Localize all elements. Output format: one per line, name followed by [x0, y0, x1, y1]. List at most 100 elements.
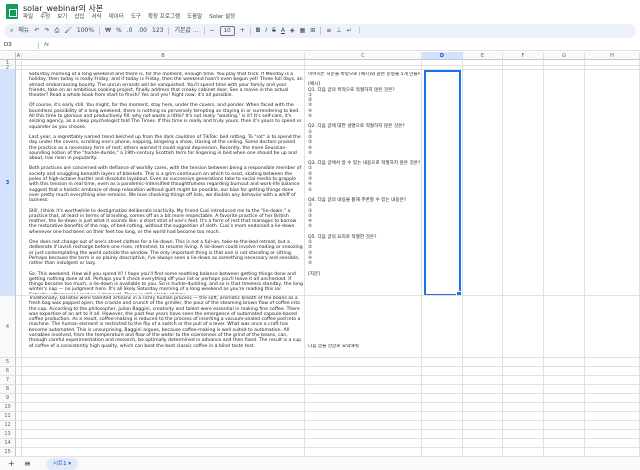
align-icon[interactable]: ≡	[326, 24, 331, 38]
cell-c3[interactable]: 이어지는 지문을 바탕으로 [예시]와 같은 문항을 5개 만들어줘 [예시] Q1…	[308, 72, 420, 294]
font-size-input[interactable]: 10	[219, 26, 235, 36]
select-all-corner[interactable]	[0, 52, 16, 60]
paint-format-icon[interactable]: 🖌	[64, 24, 72, 38]
row-header-6[interactable]: 6	[0, 367, 16, 376]
add-sheet-button[interactable]: +	[8, 459, 15, 469]
decrease-decimal-button[interactable]: .0	[127, 24, 133, 38]
grid-column-line	[502, 60, 503, 456]
percent-button[interactable]: %	[116, 24, 122, 38]
undo-icon[interactable]: ↶	[34, 24, 39, 38]
question-block: 이어지는 지문을 바탕으로 [예시]와 같은 문항을 5개 만들어줘	[308, 72, 420, 77]
text-color-button[interactable]: A	[281, 24, 285, 38]
cell-b3[interactable]: Saturday morning of a long weekend and t…	[29, 72, 303, 294]
row-header-10[interactable]: 10	[0, 403, 16, 412]
row-header-14[interactable]: 14	[0, 439, 16, 448]
menu-bar: 파일 수정 보기 삽입 서식 데이터 도구 확장 프로그램 도움말 Solar 설정	[23, 12, 235, 22]
sheets-logo-icon[interactable]	[6, 4, 18, 19]
column-header-e[interactable]: E	[463, 52, 503, 60]
font-size-decrease-button[interactable]: −	[210, 24, 215, 38]
row-header-4[interactable]: 4	[0, 296, 16, 358]
cell-b4[interactable]: Traditionally, baristas were talented ar…	[29, 296, 303, 358]
question-line: ⑤	[308, 150, 313, 156]
row-header-5[interactable]: 5	[0, 358, 16, 367]
strikethrough-button[interactable]: S	[272, 24, 276, 38]
toolbar-divider	[320, 27, 322, 35]
italic-button[interactable]: I	[265, 24, 267, 38]
fill-color-icon[interactable]: ◈	[290, 24, 295, 38]
font-family-select[interactable]: 기본값 ...	[174, 24, 198, 38]
row-header-11[interactable]: 11	[0, 412, 16, 421]
column-header-g[interactable]: G	[544, 52, 585, 60]
question-block: Q4. 다음 글의 내용을 통해 추론할 수 있는 내용은? ① ② ③ ④ ⑤	[308, 198, 420, 230]
grid-column-line	[421, 60, 422, 456]
grid-column-line	[21, 60, 22, 456]
toolbar: ⌕ 메뉴 ↶ ↷ ⎙ 🖌 100% ₩ % .0 .00 123 기본값 ...…	[4, 24, 636, 38]
grid-row-line	[16, 429, 640, 430]
number-format-button[interactable]: 123	[152, 24, 163, 38]
name-box[interactable]: D3	[4, 41, 12, 50]
wrap-icon[interactable]: ↵	[347, 24, 352, 38]
row-header-8[interactable]: 8	[0, 385, 16, 394]
question-line: Q4. 다음 글의 내용을 통해 추론할 수 있는 내용은?	[308, 197, 407, 203]
menu-item[interactable]: 보기	[57, 12, 67, 22]
bold-button[interactable]: B	[256, 24, 261, 38]
formula-bar: D3 fx	[0, 40, 640, 51]
row-header-13[interactable]: 13	[0, 430, 16, 439]
cell-b3-paragraph: One does not change out of one's street …	[29, 240, 303, 267]
menu-item[interactable]: 도움말	[187, 12, 202, 22]
redo-icon[interactable]: ↷	[44, 24, 49, 38]
menu-item[interactable]: 데이터	[109, 12, 124, 22]
cell-b3-paragraph: Of course, it's early still. You might, …	[29, 103, 302, 130]
grid-row-line	[16, 438, 640, 439]
grid-column-line	[543, 60, 544, 456]
column-header-b[interactable]: B	[22, 52, 305, 60]
all-sheets-button[interactable]: ≡	[24, 459, 31, 469]
merge-cells-icon[interactable]: ⊞	[310, 24, 315, 38]
more-options-button[interactable]: ⋮	[357, 24, 363, 38]
question-line: Q2. 다음 글에 대한 설명으로 적절하지 않은 것은?	[308, 124, 405, 130]
grid-row-line	[16, 402, 640, 403]
borders-icon[interactable]: ▦	[300, 24, 306, 38]
question-block: Q2. 다음 글에 대한 설명으로 적절하지 않은 것은? ① ② ③ ④ ⑤	[308, 124, 420, 156]
question-block: Q3. 다음 글에서 알 수 있는 내용으로 적절하지 않은 것은? ① ② ③ ④ ⑤	[308, 161, 420, 193]
grid-row-line	[16, 393, 640, 394]
menu-item[interactable]: 파일	[23, 12, 33, 22]
menu-item[interactable]: Solar 설정	[209, 12, 235, 22]
question-block: [지문]	[308, 272, 420, 277]
row-header-12[interactable]: 12	[0, 421, 16, 430]
menu-item[interactable]: 서식	[92, 12, 102, 22]
column-header-d[interactable]: D	[422, 52, 463, 60]
grid-column-line	[584, 60, 585, 456]
valign-icon[interactable]: ⊥	[336, 24, 341, 38]
search-menu-icon[interactable]: ⌕	[10, 24, 13, 38]
column-header-f[interactable]: F	[503, 52, 544, 60]
row-header-7[interactable]: 7	[0, 376, 16, 385]
selected-cell-d3[interactable]	[424, 70, 462, 297]
title-bar: solar_webinar의 사본 파일 수정 보기 삽입 서식 데이터 도구 확장 프로그램…	[0, 0, 640, 22]
grid-row-line	[16, 295, 640, 296]
cell-b3-paragraph: So: This weekend. How will you spend it?…	[29, 271, 303, 295]
menu-item[interactable]: 삽입	[74, 12, 84, 22]
grid-row-line	[16, 411, 640, 412]
cell-c4[interactable]: 다음 글을 한글로 요약해줘	[308, 344, 420, 354]
row-header-15[interactable]: 15	[0, 448, 16, 456]
question-line: ⑤	[308, 224, 313, 230]
row-header-3[interactable]: 3	[0, 70, 16, 296]
row-header-9[interactable]: 9	[0, 394, 16, 403]
column-header-h[interactable]: H	[585, 52, 640, 60]
menu-item[interactable]: 수정	[40, 12, 50, 22]
search-menu-label[interactable]: 메뉴	[18, 24, 29, 38]
print-icon[interactable]: ⎙	[54, 24, 59, 38]
column-header-c[interactable]: C	[305, 52, 422, 60]
grid-row-line	[16, 366, 640, 367]
cell-c4-text: 다음 글을 한글로 요약해줘	[308, 344, 359, 349]
sheet-tab-1[interactable]: 시트1 ▾	[46, 458, 79, 470]
question-block: [예시] Q1. 다음 글의 목적으로 적절하지 않은 것은? ① ② ③ ④ ⑤	[308, 82, 420, 119]
increase-decimal-button[interactable]: .00	[137, 24, 147, 38]
spreadsheet-grid[interactable]: Saturday morning of a long weekend and t…	[0, 52, 640, 456]
zoom-select[interactable]: 100%	[77, 24, 94, 38]
currency-button[interactable]: ₩	[105, 24, 111, 38]
menu-item[interactable]: 도구	[131, 12, 141, 22]
font-size-increase-button[interactable]: +	[240, 24, 245, 38]
menu-item[interactable]: 확장 프로그램	[148, 12, 180, 22]
